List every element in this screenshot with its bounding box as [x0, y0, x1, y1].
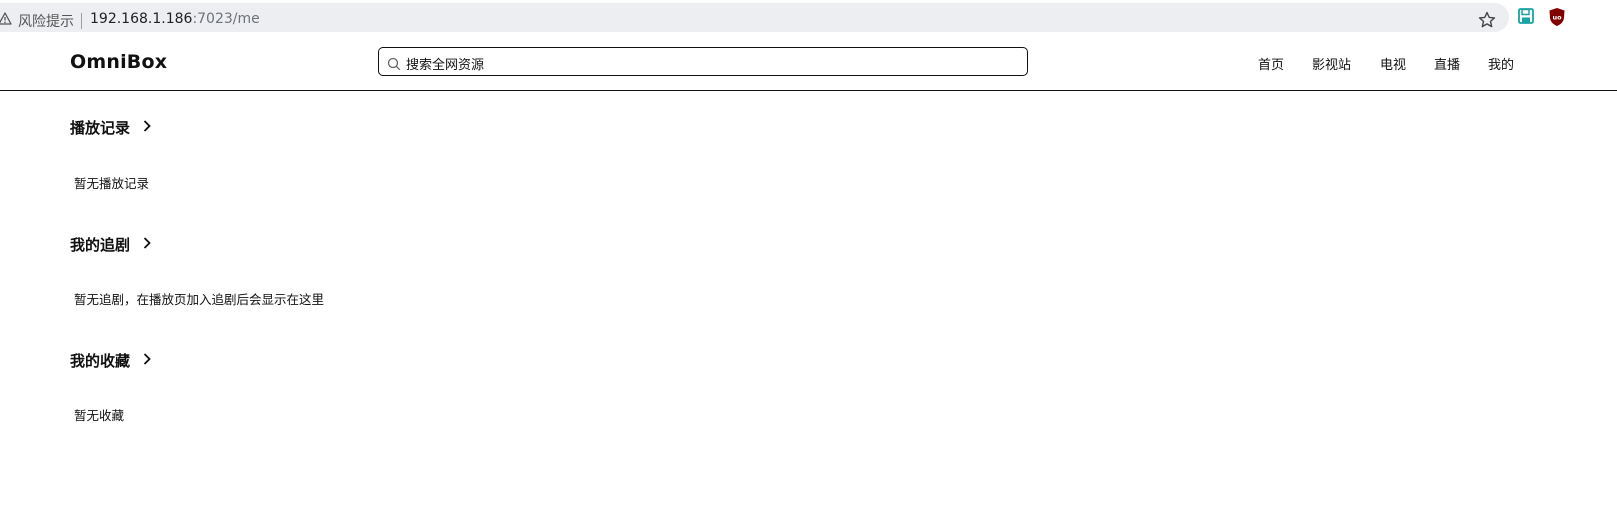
security-warning-label[interactable]: 风险提示 [18, 11, 74, 31]
chevron-right-icon[interactable] [142, 236, 152, 250]
chevron-right-icon[interactable] [142, 119, 152, 133]
search-input[interactable]: 搜索全网资源 [378, 47, 1028, 76]
nav-me[interactable]: 我的 [1488, 54, 1514, 73]
site-header: OmniBox 搜索全网资源 首页 影视站 电视 直播 我的 [0, 35, 1617, 91]
nav-live[interactable]: 直播 [1434, 54, 1460, 73]
nav-tv[interactable]: 电视 [1380, 54, 1406, 73]
browser-toolbar: 风险提示 192.168.1.186:7023/me uo [0, 0, 1617, 35]
bookmark-star-icon[interactable] [1477, 10, 1497, 30]
nav-home[interactable]: 首页 [1258, 54, 1284, 73]
ublock-extension-icon[interactable]: uo [1548, 7, 1566, 27]
play-history-empty: 暂无播放记录 [74, 176, 150, 191]
following-empty: 暂无追剧，在播放页加入追剧后会显示在这里 [74, 292, 325, 307]
nav-video-sites[interactable]: 影视站 [1312, 54, 1351, 73]
chevron-right-icon[interactable] [142, 352, 152, 366]
address-bar[interactable]: 风险提示 192.168.1.186:7023/me [0, 3, 1509, 32]
url-text[interactable]: 192.168.1.186:7023/me [90, 11, 260, 27]
favorites-title[interactable]: 我的收藏 [70, 350, 130, 371]
site-logo[interactable]: OmniBox [70, 51, 167, 73]
play-history-title[interactable]: 播放记录 [70, 117, 130, 138]
url-host: 192.168.1.186 [90, 11, 193, 27]
search-placeholder: 搜索全网资源 [406, 58, 485, 73]
save-extension-icon[interactable] [1517, 7, 1535, 25]
svg-text:uo: uo [1552, 14, 1562, 22]
warning-icon[interactable] [0, 12, 12, 25]
address-divider [81, 13, 82, 29]
following-title[interactable]: 我的追剧 [70, 234, 130, 255]
favorites-empty: 暂无收藏 [74, 408, 125, 423]
url-path: :7023/me [192, 11, 260, 27]
search-icon [387, 57, 401, 71]
